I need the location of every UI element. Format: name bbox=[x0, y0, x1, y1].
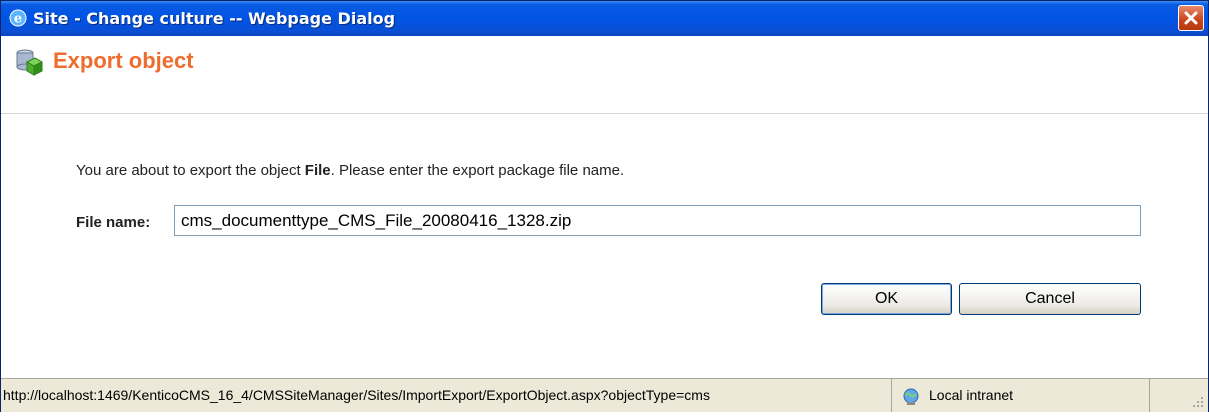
close-button[interactable] bbox=[1178, 5, 1204, 31]
security-zone[interactable]: Local intranet bbox=[899, 379, 1149, 412]
title-bar[interactable]: e Site - Change culture -- Webpage Dialo… bbox=[1, 1, 1208, 36]
intro-suffix: . Please enter the export package file n… bbox=[330, 162, 625, 179]
page-title: Export object bbox=[53, 48, 194, 73]
status-url: http://localhost:1469/KenticoCMS_16_4/CM… bbox=[3, 379, 892, 412]
close-icon bbox=[1184, 11, 1198, 25]
dialog-header: Export object bbox=[1, 36, 1208, 114]
cancel-button[interactable]: Cancel bbox=[959, 283, 1141, 315]
intro-text: You are about to export the object File.… bbox=[76, 162, 624, 179]
status-bar: http://localhost:1469/KenticoCMS_16_4/CM… bbox=[1, 378, 1208, 412]
intro-prefix: You are about to export the object bbox=[76, 162, 305, 179]
local-intranet-icon bbox=[901, 386, 921, 406]
ok-button[interactable]: OK bbox=[821, 283, 952, 315]
svg-text:e: e bbox=[14, 12, 22, 27]
resize-grip-icon bbox=[1193, 397, 1203, 407]
zone-label: Local intranet bbox=[929, 387, 1014, 403]
file-name-label: File name: bbox=[76, 214, 151, 231]
ie-icon: e bbox=[9, 9, 27, 27]
export-object-icon bbox=[15, 48, 44, 76]
file-name-input[interactable] bbox=[174, 205, 1141, 236]
resize-grip[interactable] bbox=[1149, 379, 1208, 412]
dialog-window: e Site - Change culture -- Webpage Dialo… bbox=[0, 0, 1209, 412]
intro-object-name: File bbox=[304, 162, 331, 179]
window-title: Site - Change culture -- Webpage Dialog bbox=[33, 9, 396, 28]
